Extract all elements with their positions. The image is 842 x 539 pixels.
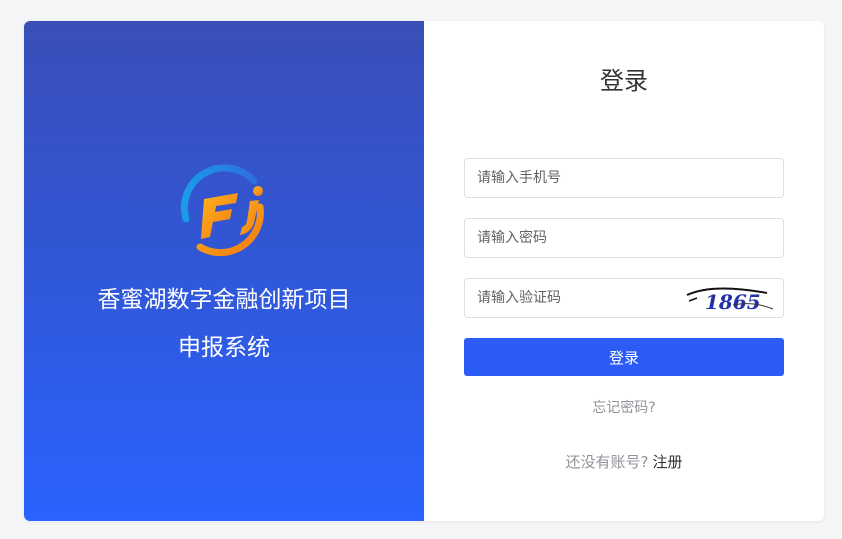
login-card: 香蜜湖数字金融创新项目 申报系统 登录 1865 登录 忘记密码? 还没有账号?…: [24, 21, 824, 521]
phone-field: [464, 158, 784, 198]
fj-logo-icon: [180, 164, 264, 257]
no-account-prompt: 还没有账号?: [565, 453, 649, 471]
password-field: [464, 218, 784, 258]
phone-input[interactable]: [465, 159, 689, 197]
captcha-image[interactable]: 1865: [683, 281, 775, 315]
login-form: 登录 1865 登录 忘记密码? 还没有账号?注册: [424, 21, 824, 521]
register-link[interactable]: 注册: [652, 453, 682, 471]
captcha-text: 1865: [705, 290, 761, 314]
brand-title-line2: 申报系统: [178, 335, 270, 361]
captcha-input[interactable]: [465, 279, 689, 317]
login-title: 登录: [600, 67, 648, 95]
brand-panel: 香蜜湖数字金融创新项目 申报系统: [24, 21, 424, 521]
register-row: 还没有账号? 注册: [424, 452, 824, 472]
password-input[interactable]: [465, 219, 689, 257]
login-button[interactable]: 登录: [464, 338, 784, 376]
brand-title-line1: 香蜜湖数字金融创新项目: [97, 287, 351, 313]
forgot-password-link[interactable]: 忘记密码?: [424, 398, 824, 418]
captcha-field: 1865: [464, 278, 784, 318]
